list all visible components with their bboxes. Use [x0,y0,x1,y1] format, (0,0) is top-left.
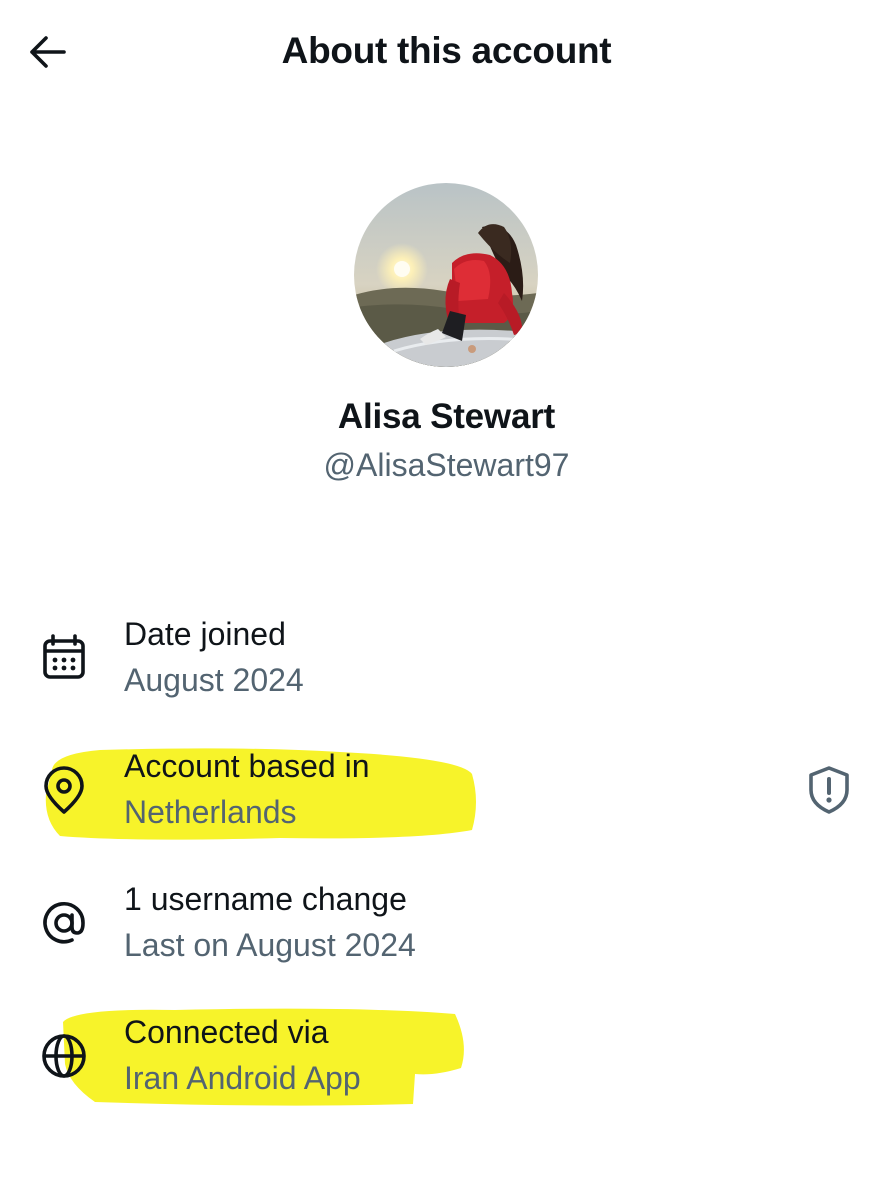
calendar-icon [43,634,85,679]
info-row-account-based-in: Account based in Netherlands [0,740,893,850]
row-label: Date joined [124,616,286,652]
row-value: Iran Android App [124,1060,361,1096]
display-name: Alisa Stewart [337,397,556,436]
header: About this account [0,0,893,104]
globe-icon [42,1034,86,1078]
row-label: Connected via [124,1014,329,1050]
at-sign-icon [43,901,85,944]
info-row-connected-via: Connected via Iran Android App [0,1006,893,1116]
handle: @AlisaStewart97 [323,447,570,483]
row-value: Last on August 2024 [124,927,416,963]
row-value: Netherlands [124,794,297,830]
info-row-date-joined: Date joined August 2024 [0,608,893,718]
page-title: About this account [281,30,612,71]
avatar[interactable] [354,183,538,367]
location-pin-icon [44,766,84,814]
row-label: Account based in [124,748,370,784]
row-label: 1 username change [124,881,407,917]
shield-alert-icon[interactable] [803,764,855,816]
info-row-username-change: 1 username change Last on August 2024 [0,873,893,983]
row-value: August 2024 [124,662,304,698]
